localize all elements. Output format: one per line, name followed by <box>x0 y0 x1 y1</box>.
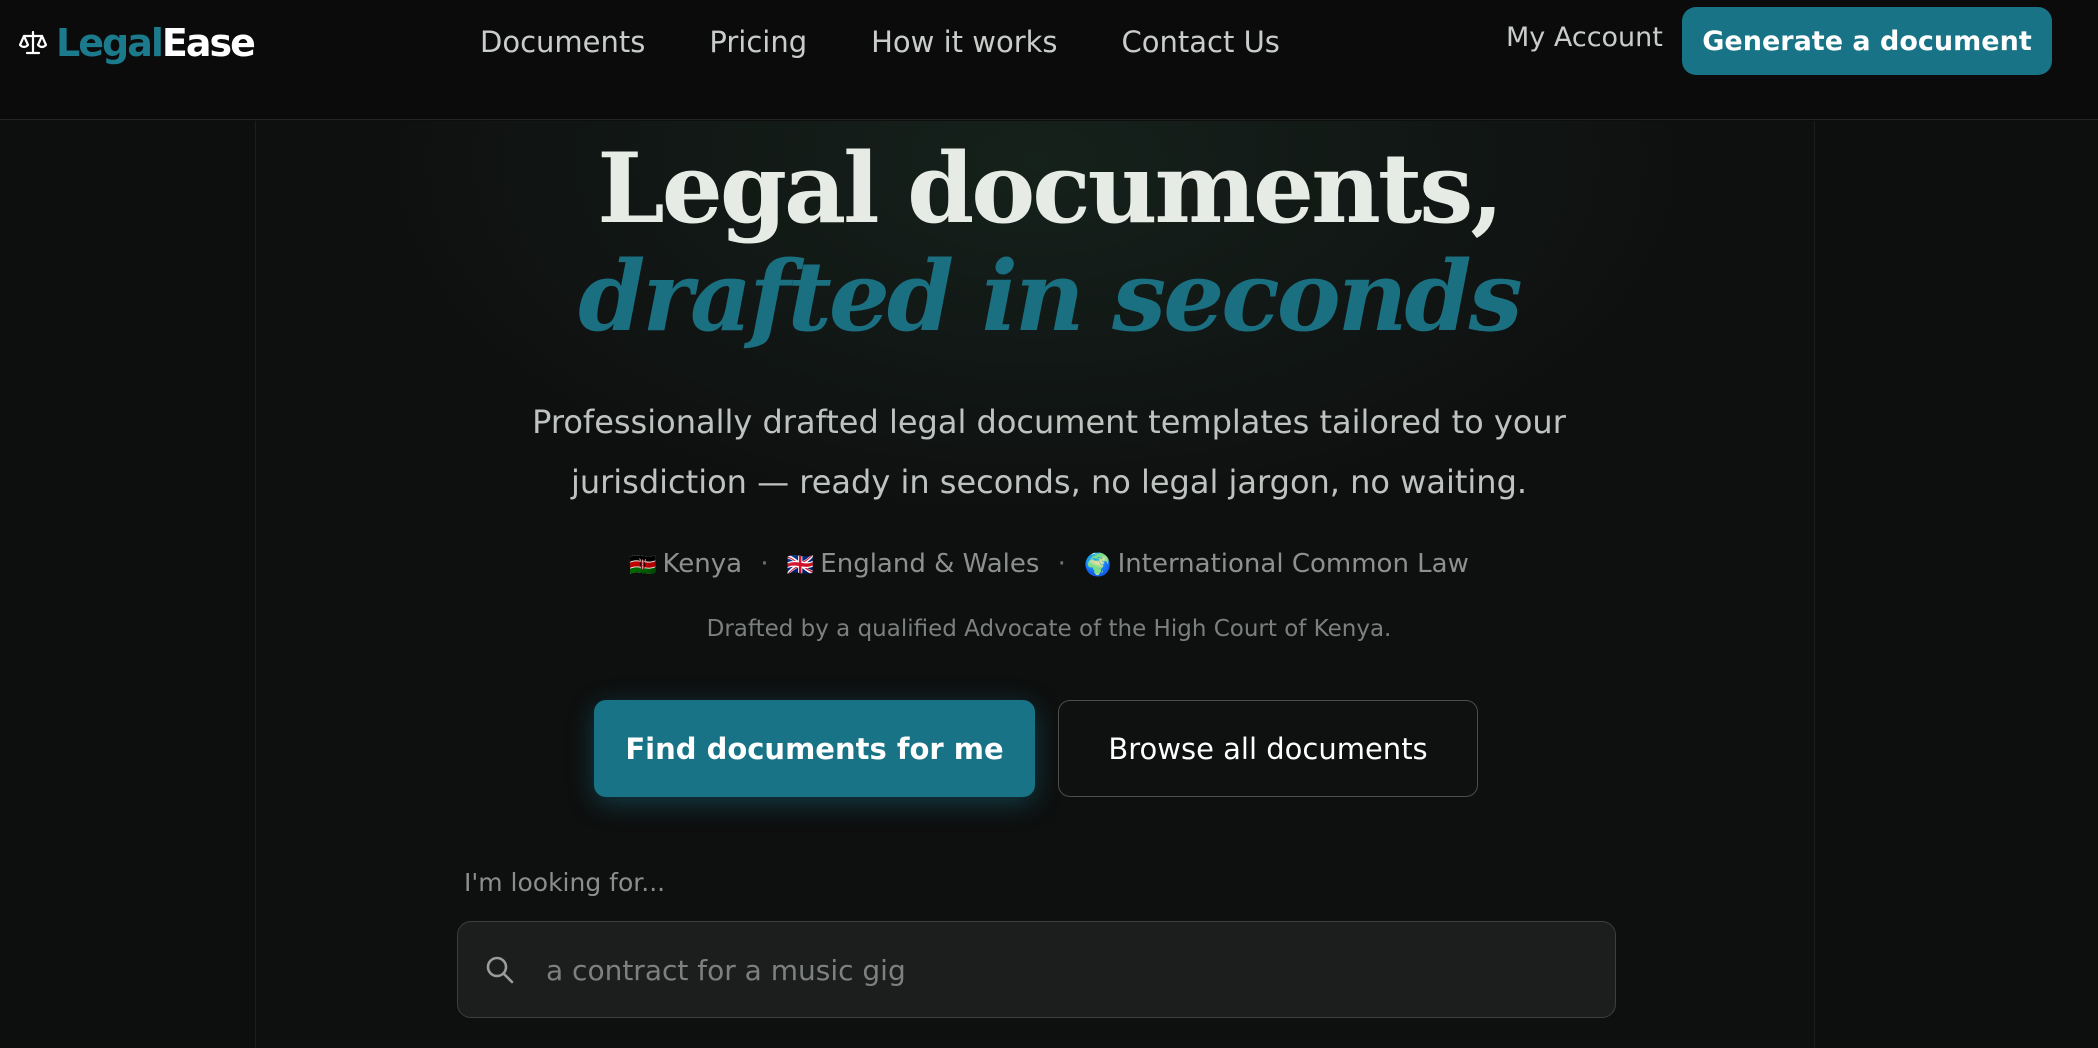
search-label: I'm looking for... <box>464 868 666 897</box>
kenya-flag-icon: 🇰🇪 <box>629 553 657 578</box>
scales-icon <box>18 30 48 55</box>
my-account-link[interactable]: My Account <box>1506 22 1663 53</box>
jurisdiction-list: 🇰🇪 Kenya · 🇬🇧 England & Wales · 🌍 Internati… <box>0 549 2098 579</box>
nav-link-how-it-works[interactable]: How it works <box>871 25 1057 59</box>
search-icon <box>486 956 514 984</box>
top-navbar: LegalEase Documents Pricing How it works… <box>0 0 2098 120</box>
browse-documents-button[interactable]: Browse all documents <box>1058 700 1478 797</box>
nav-link-documents[interactable]: Documents <box>480 25 645 59</box>
drafted-by-note: Drafted by a qualified Advocate of the H… <box>706 616 1392 642</box>
globe-icon: 🌍 <box>1084 553 1112 578</box>
uk-flag-icon: 🇬🇧 <box>786 553 815 578</box>
logo-legal-text: Legal <box>56 21 164 65</box>
main-nav: Documents Pricing How it works Contact U… <box>480 18 1344 66</box>
logo-ease-text: Ease <box>161 21 256 65</box>
hero-subtitle: Professionally drafted legal document te… <box>532 403 1566 501</box>
search-input[interactable] <box>546 942 1586 998</box>
jurisdiction-label: Kenya <box>662 549 743 579</box>
jurisdiction-england-wales: 🇬🇧 England & Wales <box>787 549 1040 579</box>
nav-link-pricing[interactable]: Pricing <box>709 25 807 59</box>
logo[interactable]: LegalEase <box>18 18 256 68</box>
find-documents-button[interactable]: Find documents for me <box>594 700 1035 797</box>
jurisdiction-label: England & Wales <box>820 549 1040 579</box>
logo-wordmark: LegalEase <box>56 21 256 65</box>
jurisdiction-label: International Common Law <box>1117 549 1469 579</box>
separator: · <box>760 549 769 579</box>
nav-link-contact-us[interactable]: Contact Us <box>1122 25 1280 59</box>
jurisdiction-international: 🌍 International Common Law <box>1084 549 1469 579</box>
separator: · <box>1057 549 1066 579</box>
jurisdiction-kenya: 🇰🇪 Kenya <box>629 549 742 579</box>
search-box[interactable] <box>457 921 1616 1018</box>
hero-headline-line1: Legal documents, <box>597 132 1503 245</box>
generate-document-button[interactable]: Generate a document <box>1682 7 2052 75</box>
hero-headline-line2: drafted in seconds <box>578 240 1522 353</box>
